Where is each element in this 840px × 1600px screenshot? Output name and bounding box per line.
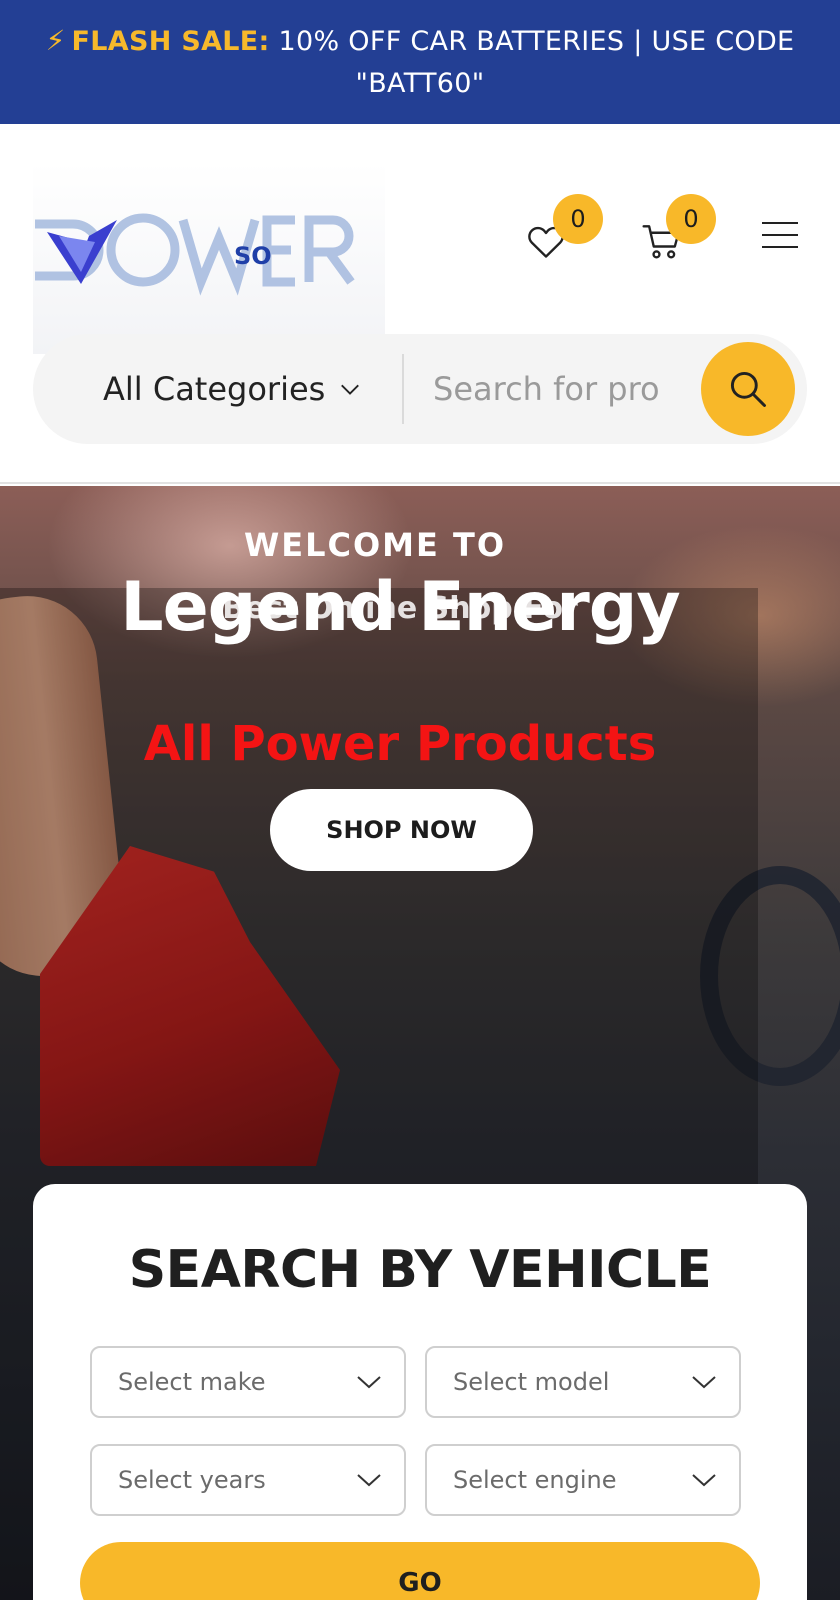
search-input[interactable] bbox=[433, 362, 693, 416]
category-select[interactable]: All Categories bbox=[103, 364, 361, 414]
model-select-label: Select model bbox=[453, 1368, 610, 1396]
make-select[interactable]: Select make bbox=[90, 1346, 406, 1418]
hero-brand-title: Legend Energy bbox=[120, 568, 681, 647]
logo-graphic bbox=[35, 213, 355, 296]
chevron-down-icon bbox=[341, 384, 360, 395]
chevron-down-icon bbox=[357, 1474, 381, 1487]
announcement-text: ⚡︎ FLASH SALE: 10% OFF CAR BATTERIES | US… bbox=[40, 20, 800, 105]
go-button[interactable]: GO bbox=[80, 1542, 760, 1600]
engine-select[interactable]: Select engine bbox=[425, 1444, 741, 1516]
menu-icon[interactable] bbox=[762, 222, 798, 252]
engine-select-label: Select engine bbox=[453, 1466, 617, 1494]
category-select-label: All Categories bbox=[103, 370, 326, 408]
years-select-label: Select years bbox=[118, 1466, 266, 1494]
site-logo[interactable]: SO bbox=[33, 162, 385, 354]
hero-welcome-text: WELCOME TO bbox=[243, 526, 507, 564]
logo-sub-text: SO bbox=[234, 242, 272, 270]
model-select[interactable]: Select model bbox=[425, 1346, 741, 1418]
search-divider bbox=[402, 354, 404, 424]
announcement-message: 10% OFF CAR BATTERIES | USE CODE "BATT60… bbox=[278, 25, 795, 99]
wishlist-count-badge: 0 bbox=[553, 194, 603, 244]
shop-now-button[interactable]: SHOP NOW bbox=[270, 789, 533, 871]
cart-count-badge: 0 bbox=[666, 194, 716, 244]
chevron-down-icon bbox=[357, 1376, 381, 1389]
chevron-down-icon bbox=[692, 1474, 716, 1487]
hero-products-text: All Power Products bbox=[143, 716, 657, 772]
make-select-label: Select make bbox=[118, 1368, 266, 1396]
chevron-down-icon bbox=[692, 1376, 716, 1389]
vehicle-search-title: SEARCH BY VEHICLE bbox=[128, 1240, 712, 1300]
search-button[interactable] bbox=[701, 342, 795, 436]
search-icon bbox=[730, 371, 766, 407]
site-header: SO 0 0 All Categories bbox=[0, 124, 840, 484]
years-select[interactable]: Select years bbox=[90, 1444, 406, 1516]
vehicle-search-card: SEARCH BY VEHICLE Select make Select mod… bbox=[33, 1184, 807, 1600]
flash-sale-label: FLASH SALE: bbox=[71, 25, 270, 57]
announcement-bar: ⚡︎ FLASH SALE: 10% OFF CAR BATTERIES | US… bbox=[0, 0, 840, 124]
bolt-icon: ⚡︎ bbox=[45, 23, 66, 57]
search-bar: All Categories bbox=[33, 334, 807, 444]
